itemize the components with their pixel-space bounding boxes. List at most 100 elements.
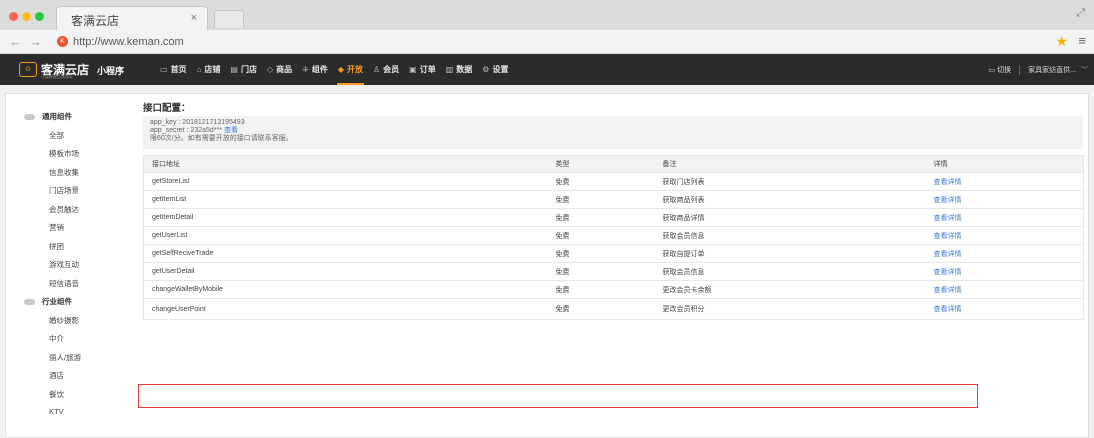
sidebar-item[interactable]: 婚纱摄影 (49, 315, 79, 326)
cell-type: 免费 (547, 172, 655, 191)
cell-type: 免费 (547, 298, 655, 320)
cell-note: 更改会员卡余额 (654, 280, 926, 299)
cell-detail[interactable]: 查看详情 (925, 244, 1084, 263)
chevron-down-icon[interactable]: ﹀ (1081, 65, 1088, 75)
cell-note: 获取会员信息 (654, 226, 926, 245)
app-secret-row: app_secret : 232a5d*** 查看 (150, 127, 1076, 135)
cell-detail[interactable]: 查看详情 (925, 172, 1084, 191)
sidebar-group-title[interactable]: 行业组件 (24, 296, 72, 307)
nav-label: 商品 (276, 65, 293, 74)
sidebar-item[interactable]: 门店场景 (49, 185, 79, 196)
nav-item-2[interactable]: ▤ 门店 (225, 54, 262, 85)
cell-detail[interactable]: 查看详情 (925, 262, 1084, 281)
restore-window-icon[interactable]: ⤢ (1076, 7, 1085, 20)
sidebar-item[interactable]: 丽人/旅游 (49, 352, 81, 363)
nav-label: 设置 (492, 65, 509, 74)
nav-label: 组件 (311, 65, 328, 74)
cell-detail[interactable]: 查看详情 (925, 298, 1084, 320)
sidebar-item[interactable]: 酒店 (49, 370, 64, 381)
nav-item-7[interactable]: ▣ 订单 (404, 54, 441, 85)
cell-endpoint: changeUserPoint (143, 298, 548, 320)
sidebar-item[interactable]: 信息收集 (49, 167, 79, 178)
nav-label: 数据 (456, 65, 473, 74)
nav-item-6[interactable]: ♙ 会员 (368, 54, 404, 85)
main-area: 接口配置： app_key : 2018121713195493 app_sec… (141, 94, 1084, 437)
nav-right: ▭ 切换 家具家纺直供... ﹀ (989, 54, 1088, 85)
api-table: 接口地址 类型 备注 详情 getStoreList 免费 获取门店列表 查看详情 ge… (143, 155, 1084, 320)
sidebar-item[interactable]: 中介 (49, 333, 64, 344)
nav-item-1[interactable]: ⌂ 店铺 (192, 54, 226, 85)
cell-detail[interactable]: 查看详情 (925, 280, 1084, 299)
nav-item-4[interactable]: ⁜ 组件 (297, 54, 333, 85)
cell-detail[interactable]: 查看详情 (925, 208, 1084, 227)
nav-item-9[interactable]: ⚙ 设置 (477, 54, 513, 85)
cell-endpoint: getSelfReciveTrade (143, 244, 548, 263)
nav-item-0[interactable]: ▭ 首页 (155, 54, 192, 85)
content-panel: 通用组件全部模板市场信息收集门店场景会员触达营销拼团游戏互动短信语音行业组件婚纱… (5, 93, 1089, 438)
minimize-window-button[interactable] (22, 12, 31, 21)
back-arrow-icon[interactable]: ← (9, 34, 22, 49)
store-name[interactable]: 家具家纺直供... (1028, 65, 1076, 75)
sidebar-item[interactable]: 拼团 (49, 241, 64, 252)
maximize-window-button[interactable] (35, 12, 44, 21)
nav-icon: ▥ (445, 65, 454, 74)
sidebar-item[interactable]: 短信语音 (49, 278, 79, 289)
nav-label: 门店 (240, 65, 257, 74)
nav-item-3[interactable]: ◇ 商品 (262, 54, 297, 85)
cell-endpoint: getItemDetail (143, 208, 548, 227)
browser-tab-bar: 客满云店 × ⤢ (0, 0, 1094, 30)
table-header: 接口地址 类型 备注 详情 (143, 155, 1084, 173)
switch-icon[interactable]: ▭ (989, 66, 996, 74)
url-field[interactable]: http://www.keman.com (73, 36, 184, 48)
sidebar-item[interactable]: 会员触达 (49, 204, 79, 215)
sidebar-item[interactable]: 游戏互动 (49, 259, 79, 270)
table-row: getUserList 免费 获取会员信息 查看详情 (143, 226, 1084, 245)
view-secret-link[interactable]: 查看 (224, 127, 238, 134)
cell-detail[interactable]: 查看详情 (925, 226, 1084, 245)
cell-type: 免费 (547, 280, 655, 299)
new-tab-button[interactable] (214, 10, 244, 28)
sidebar-item[interactable]: 全部 (49, 130, 64, 141)
table-row: getItemList 免费 获取商品列表 查看详情 (143, 190, 1084, 209)
sidebar-item[interactable]: 营销 (49, 222, 64, 233)
logo-subtitle: 正版授权品质保证 (41, 74, 73, 79)
logo-mini-program: 小程序 (97, 66, 125, 76)
site-favicon-icon: K (57, 36, 68, 47)
sidebar-item[interactable]: 模板市场 (49, 148, 79, 159)
nav-icon: ♙ (372, 65, 381, 74)
table-row: changeUserPoint 免费 更改会员积分 查看详情 (143, 298, 1084, 320)
sidebar-item[interactable]: 餐饮 (49, 389, 64, 400)
bookmark-star-icon[interactable]: ★ (1055, 33, 1068, 50)
col-detail: 详情 (925, 155, 1084, 173)
browser-tab[interactable]: 客满云店 × (56, 6, 208, 30)
cell-endpoint: getStoreList (143, 172, 548, 191)
nav-item-8[interactable]: ▥ 数据 (441, 54, 478, 85)
table-row: getStoreList 免费 获取门店列表 查看详情 (143, 172, 1084, 191)
cell-detail[interactable]: 查看详情 (925, 190, 1084, 209)
sidebar-item[interactable]: KTV (49, 407, 64, 416)
tab-close-icon[interactable]: × (191, 12, 197, 24)
tab-title: 客满云店 (71, 14, 120, 28)
sidebar-group-title[interactable]: 通用组件 (24, 111, 72, 122)
cell-note: 获取自提订单 (654, 244, 926, 263)
forward-arrow-icon[interactable]: → (29, 34, 42, 49)
close-window-button[interactable] (9, 12, 18, 21)
nav-item-5[interactable]: ◆ 开放 (333, 54, 368, 85)
browser-menu-icon[interactable]: ≡ (1078, 33, 1086, 48)
nav-icon: ▭ (160, 65, 168, 74)
col-type: 类型 (547, 155, 655, 173)
app-top-nav: ⊙ 客满云店 正版授权品质保证 小程序 ▭ 首页 ⌂ 店铺 ▤ 门店 ◇ 商品 ⁜ 组件 ◆ 开放 ♙ 会… (0, 54, 1094, 85)
table-row: changeWalletByMobile 免费 更改会员卡余额 查看详情 (143, 280, 1084, 299)
cell-endpoint: getUserDetail (143, 262, 548, 281)
nav-icon: ◇ (266, 65, 274, 74)
cell-note: 更改会员积分 (654, 298, 926, 320)
nav-label: 首页 (170, 65, 187, 74)
table-row: getItemDetail 免费 获取商品详情 查看详情 (143, 208, 1084, 227)
switch-button[interactable]: 切换 (997, 65, 1011, 75)
cell-note: 获取门店列表 (654, 172, 926, 191)
cell-type: 免费 (547, 208, 655, 227)
rate-limit-note: 限60次/分。如有需要开放的接口请联系客服。 (150, 135, 293, 142)
nav-icon: ⁜ (302, 65, 309, 74)
address-bar: ← → K http://www.keman.com ★ ≡ (0, 30, 1094, 54)
page-title: 接口配置： (143, 103, 191, 114)
